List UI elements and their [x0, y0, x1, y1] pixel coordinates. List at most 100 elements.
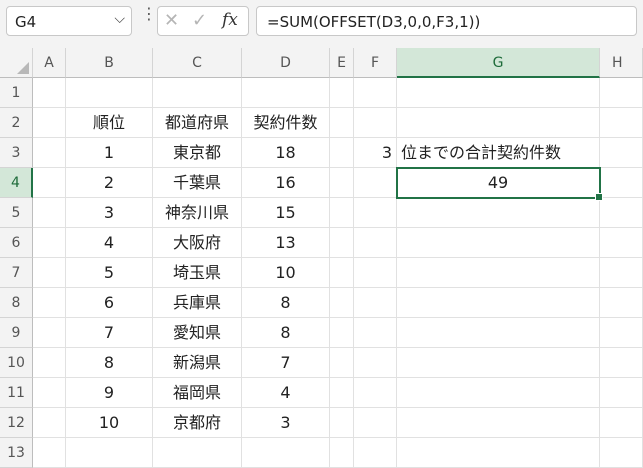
- column-header-f[interactable]: F: [354, 48, 397, 78]
- cell[interactable]: [600, 258, 643, 288]
- column-header-g[interactable]: G: [397, 48, 600, 78]
- row-header-active[interactable]: 4: [0, 168, 33, 198]
- column-header-c[interactable]: C: [153, 48, 242, 78]
- cell-f3[interactable]: 3: [354, 138, 397, 168]
- cell[interactable]: [397, 288, 600, 318]
- header-contract-count[interactable]: 契約件数: [242, 108, 330, 138]
- table-cell-count[interactable]: 4: [242, 378, 330, 408]
- cell[interactable]: [33, 168, 66, 198]
- cell[interactable]: [600, 198, 643, 228]
- cell[interactable]: [397, 348, 600, 378]
- cell[interactable]: [330, 288, 354, 318]
- row-header[interactable]: 1: [0, 78, 33, 108]
- cell[interactable]: [33, 228, 66, 258]
- cell[interactable]: [397, 198, 600, 228]
- header-rank[interactable]: 順位: [66, 108, 153, 138]
- cell[interactable]: [397, 108, 600, 138]
- cell[interactable]: [33, 318, 66, 348]
- row-header[interactable]: 9: [0, 318, 33, 348]
- table-cell-prefecture[interactable]: 千葉県: [153, 168, 242, 198]
- row-header[interactable]: 7: [0, 258, 33, 288]
- cell[interactable]: [397, 78, 600, 108]
- cell-g3[interactable]: 位までの合計契約件数: [397, 138, 600, 168]
- cell[interactable]: [33, 288, 66, 318]
- table-cell-prefecture[interactable]: 兵庫県: [153, 288, 242, 318]
- check-icon[interactable]: ✓: [192, 10, 207, 31]
- column-header-d[interactable]: D: [242, 48, 330, 78]
- cell[interactable]: [600, 78, 643, 108]
- cell[interactable]: [354, 408, 397, 438]
- chevron-down-icon[interactable]: ⌵: [114, 11, 125, 27]
- fx-icon[interactable]: fx: [222, 10, 238, 30]
- table-cell-rank[interactable]: 7: [66, 318, 153, 348]
- cell[interactable]: [330, 228, 354, 258]
- cell[interactable]: [66, 78, 153, 108]
- cell[interactable]: [600, 408, 643, 438]
- row-header[interactable]: 10: [0, 348, 33, 378]
- cell[interactable]: [33, 258, 66, 288]
- row-header[interactable]: 6: [0, 228, 33, 258]
- table-cell-prefecture[interactable]: 福岡県: [153, 378, 242, 408]
- cell[interactable]: [600, 288, 643, 318]
- cell[interactable]: [354, 198, 397, 228]
- cell[interactable]: [330, 108, 354, 138]
- table-cell-count[interactable]: 7: [242, 348, 330, 378]
- fill-handle[interactable]: [595, 193, 603, 201]
- cell[interactable]: [330, 78, 354, 108]
- cell[interactable]: [600, 438, 643, 468]
- cell[interactable]: [600, 108, 643, 138]
- row-header[interactable]: 11: [0, 378, 33, 408]
- cell[interactable]: [354, 78, 397, 108]
- cell[interactable]: [600, 138, 643, 168]
- cell[interactable]: [397, 258, 600, 288]
- row-header[interactable]: 12: [0, 408, 33, 438]
- more-vertical-icon[interactable]: ⋮: [141, 6, 157, 22]
- table-cell-count[interactable]: 10: [242, 258, 330, 288]
- cell[interactable]: [153, 78, 242, 108]
- table-cell-count[interactable]: 3: [242, 408, 330, 438]
- name-box[interactable]: G4 ⌵: [6, 6, 132, 36]
- table-cell-rank[interactable]: 1: [66, 138, 153, 168]
- column-header-h[interactable]: H: [600, 48, 643, 78]
- column-header-a[interactable]: A: [33, 48, 66, 78]
- cell[interactable]: [354, 378, 397, 408]
- cell[interactable]: [330, 138, 354, 168]
- cell[interactable]: [33, 348, 66, 378]
- cell[interactable]: [33, 78, 66, 108]
- cell[interactable]: [33, 198, 66, 228]
- table-cell-rank[interactable]: 8: [66, 348, 153, 378]
- cell[interactable]: [354, 258, 397, 288]
- cell[interactable]: [354, 288, 397, 318]
- formula-input[interactable]: =SUM(OFFSET(D3,0,0,F3,1)): [256, 6, 637, 36]
- x-icon[interactable]: ✕: [164, 10, 179, 31]
- table-cell-prefecture[interactable]: 埼玉県: [153, 258, 242, 288]
- cell[interactable]: [600, 378, 643, 408]
- table-cell-prefecture[interactable]: 新潟県: [153, 348, 242, 378]
- table-cell-count[interactable]: 15: [242, 198, 330, 228]
- table-cell-rank[interactable]: 2: [66, 168, 153, 198]
- table-cell-count[interactable]: 16: [242, 168, 330, 198]
- row-header[interactable]: 13: [0, 438, 33, 468]
- cell[interactable]: [397, 438, 600, 468]
- table-cell-prefecture[interactable]: 京都府: [153, 408, 242, 438]
- row-header[interactable]: 2: [0, 108, 33, 138]
- row-header[interactable]: 8: [0, 288, 33, 318]
- cell[interactable]: [600, 168, 643, 198]
- table-cell-prefecture[interactable]: 神奈川県: [153, 198, 242, 228]
- cell[interactable]: [33, 378, 66, 408]
- cell[interactable]: [397, 318, 600, 348]
- cell[interactable]: [33, 408, 66, 438]
- cell[interactable]: [330, 168, 354, 198]
- table-cell-rank[interactable]: 4: [66, 228, 153, 258]
- cell[interactable]: [600, 228, 643, 258]
- cell[interactable]: [33, 108, 66, 138]
- table-cell-prefecture[interactable]: 愛知県: [153, 318, 242, 348]
- column-header-b[interactable]: B: [66, 48, 153, 78]
- table-cell-count[interactable]: 8: [242, 318, 330, 348]
- row-header[interactable]: 5: [0, 198, 33, 228]
- cell[interactable]: [354, 108, 397, 138]
- select-all-button[interactable]: [0, 48, 33, 78]
- cell[interactable]: [330, 378, 354, 408]
- cell[interactable]: [330, 438, 354, 468]
- cell[interactable]: [354, 228, 397, 258]
